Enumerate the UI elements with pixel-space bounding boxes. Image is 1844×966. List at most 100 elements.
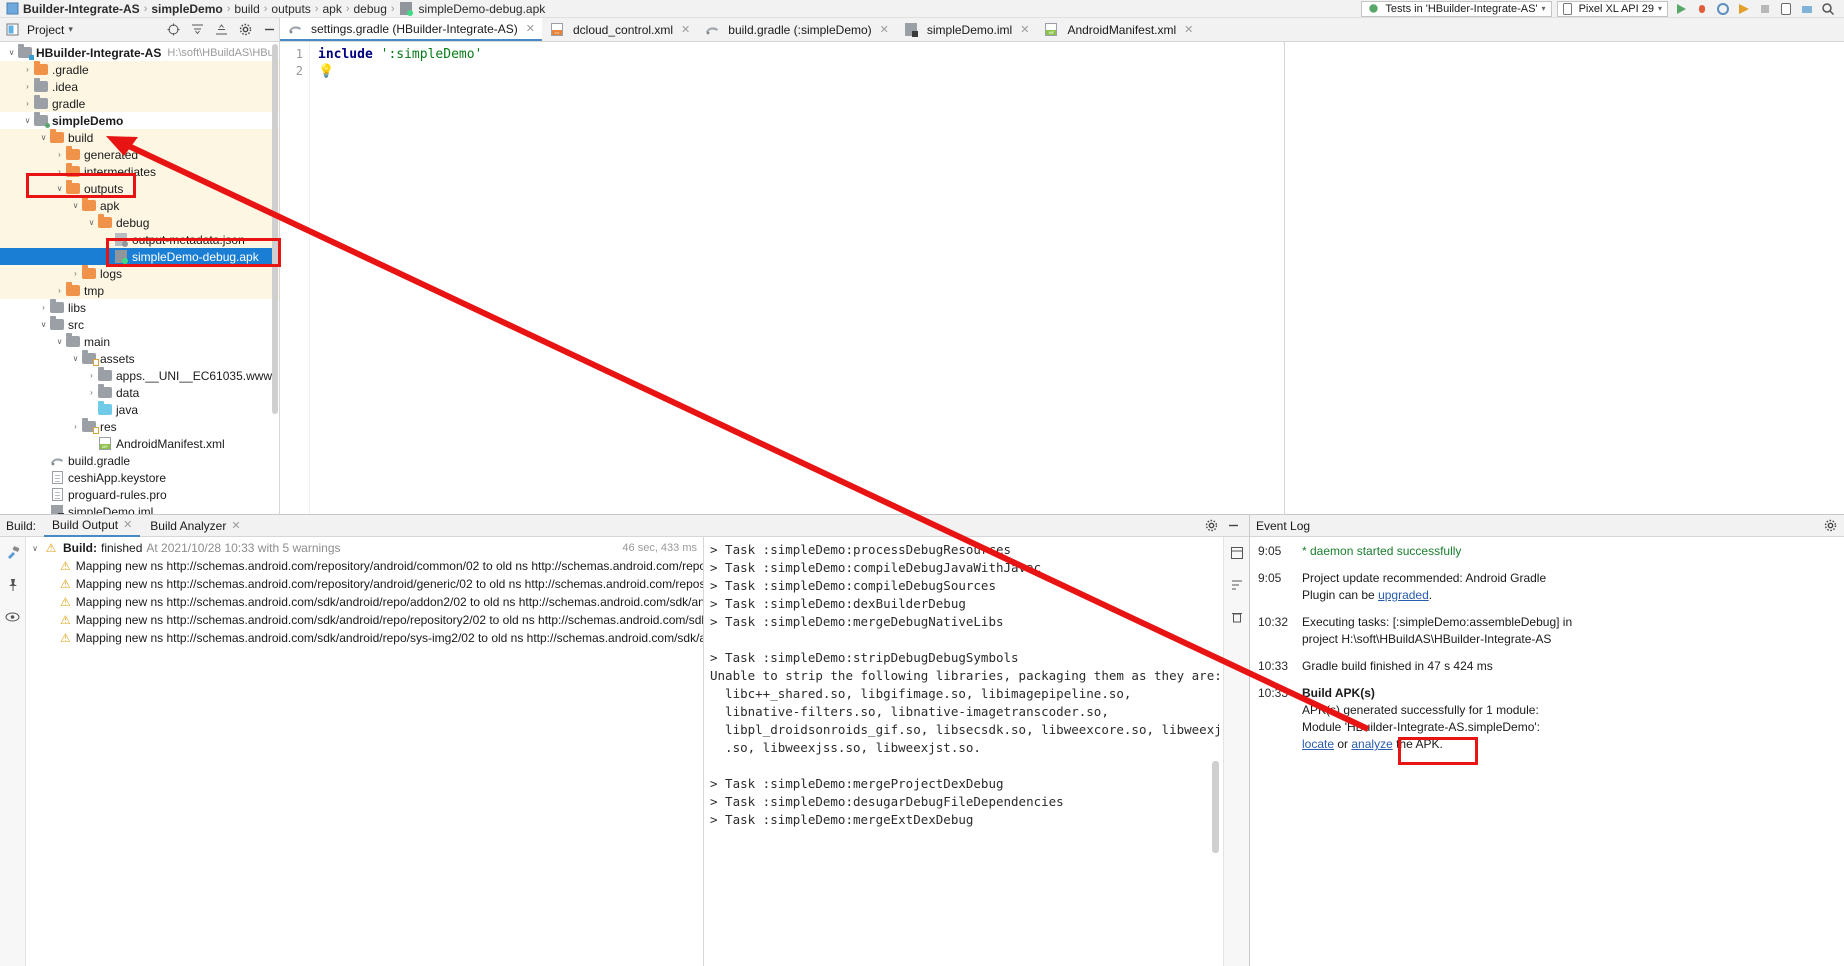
hide-panel-icon[interactable] (259, 20, 279, 40)
tree-row-ceshiapp-keystore[interactable]: ›ceshiApp.keystore (0, 469, 279, 486)
tree-row-libs[interactable]: › libs (0, 299, 279, 316)
build-warning-row[interactable]: ⚠ Mapping new ns http://schemas.android.c… (26, 629, 703, 647)
breadcrumb-item-1[interactable]: simpleDemo (148, 2, 225, 16)
profile-icon[interactable] (1715, 1, 1731, 17)
tree-chevron-icon[interactable]: › (22, 65, 33, 74)
tree-row-simpledemo-iml[interactable]: ›simpleDemo.iml (0, 503, 279, 514)
console-scrollbar[interactable] (1212, 761, 1219, 853)
project-tree-panel[interactable]: ∨ HBuilder-Integrate-AS H:\soft\HBuildAS… (0, 42, 280, 514)
tree-row-src[interactable]: ∨ src (0, 316, 279, 333)
tree-chevron-icon[interactable]: ∨ (22, 116, 33, 125)
tree-chevron-icon[interactable]: ∨ (38, 320, 49, 329)
tree-row-intermediates[interactable]: › intermediates (0, 163, 279, 180)
tree-row-main[interactable]: ∨ main (0, 333, 279, 350)
tree-row-output-metadata-json[interactable]: ›output-metadata.json (0, 231, 279, 248)
build-warning-row[interactable]: ⚠ Mapping new ns http://schemas.android.c… (26, 557, 703, 575)
tree-row-java[interactable]: ›java (0, 401, 279, 418)
hide-panel-icon[interactable] (1223, 516, 1243, 536)
build-warning-row[interactable]: ⚠ Mapping new ns http://schemas.android.c… (26, 611, 703, 629)
tree-chevron-icon[interactable]: › (86, 388, 97, 397)
close-icon[interactable]: ✕ (231, 519, 240, 532)
apply-changes-icon[interactable] (1736, 1, 1752, 17)
tree-row-res[interactable]: › res (0, 418, 279, 435)
tree-row-logs[interactable]: › logs (0, 265, 279, 282)
chevron-down-icon[interactable]: ▾ (68, 24, 73, 35)
delete-icon[interactable] (1227, 607, 1247, 627)
tree-row-build-gradle[interactable]: ›build.gradle (0, 452, 279, 469)
build-output-tree[interactable]: ∨ ⚠ Build: finished At 2021/10/28 10:33 … (26, 537, 704, 966)
sort-icon[interactable] (1227, 575, 1247, 595)
tree-scrollbar[interactable] (272, 44, 278, 414)
editor-tab-dcloud-control-xml[interactable]: <> dcloud_control.xml ✕ (542, 18, 697, 41)
editor-tab-build-gradle[interactable]: build.gradle (:simpleDemo) ✕ (697, 18, 896, 41)
tree-row-idea[interactable]: › .idea (0, 78, 279, 95)
toggle-view-icon[interactable] (1227, 543, 1247, 563)
debug-icon[interactable] (1694, 1, 1710, 17)
tab-build-output[interactable]: Build Output ✕ (44, 515, 141, 537)
tree-chevron-icon[interactable]: ∨ (70, 354, 81, 363)
tree-row-data[interactable]: › data (0, 384, 279, 401)
tree-row-assets[interactable]: ∨ assets (0, 350, 279, 367)
editor-tab-simpledemo-iml[interactable]: simpleDemo.iml ✕ (896, 18, 1037, 41)
locate-file-icon[interactable] (163, 20, 183, 40)
breadcrumb-item-5[interactable]: debug (351, 2, 390, 16)
event-log-body[interactable]: 9:05 * daemon started successfully 9:05 … (1250, 537, 1844, 966)
intention-bulb-icon[interactable]: 💡 (318, 64, 334, 79)
tree-row-debug[interactable]: ∨ debug (0, 214, 279, 231)
tree-chevron-icon[interactable]: › (70, 269, 81, 278)
build-warning-row[interactable]: ⚠ Mapping new ns http://schemas.android.c… (26, 593, 703, 611)
project-panel-label[interactable]: Project (27, 23, 64, 37)
tab-build-analyzer[interactable]: Build Analyzer ✕ (142, 515, 248, 537)
collapse-all-icon[interactable] (211, 20, 231, 40)
tree-row-tmp[interactable]: › tmp (0, 282, 279, 299)
gear-icon[interactable] (1820, 516, 1840, 536)
pin-icon[interactable] (3, 575, 23, 595)
tree-chevron-icon[interactable]: ∨ (54, 337, 65, 346)
tree-chevron-icon[interactable]: ∨ (38, 133, 49, 142)
editor-tab-android-manifest[interactable]: MF AndroidManifest.xml ✕ (1036, 18, 1200, 41)
tree-row-build[interactable]: ∨ build (0, 129, 279, 146)
gradle-console-output[interactable]: > Task :simpleDemo:processDebugResources… (704, 537, 1223, 966)
device-selector[interactable]: Pixel XL API 29 ▾ (1556, 0, 1668, 17)
chevron-expanded-icon[interactable]: ∨ (6, 48, 17, 57)
tree-row-apps-uni-ec61035-www[interactable]: › apps.__UNI__EC61035.www (0, 367, 279, 384)
tree-row-simpledemo[interactable]: ∨ simpleDemo (0, 112, 279, 129)
breadcrumb-item-2[interactable]: build (231, 2, 262, 16)
run-icon[interactable] (1673, 1, 1689, 17)
build-hammer-icon[interactable] (3, 543, 23, 563)
tree-row-androidmanifest-xml[interactable]: ›MFAndroidManifest.xml (0, 435, 279, 452)
tree-chevron-icon[interactable]: › (86, 371, 97, 380)
upgrade-link[interactable]: upgraded (1378, 588, 1429, 602)
tree-row-gradle[interactable]: › .gradle (0, 61, 279, 78)
breadcrumb-item-0[interactable]: Builder-Integrate-AS (20, 2, 143, 16)
gear-icon[interactable] (235, 20, 255, 40)
tree-chevron-icon[interactable]: ∨ (86, 218, 97, 227)
tree-chevron-icon[interactable]: › (70, 422, 81, 431)
tree-row-root[interactable]: ∨ HBuilder-Integrate-AS H:\soft\HBuildAS… (0, 44, 279, 61)
build-warning-row[interactable]: ⚠ Mapping new ns http://schemas.android.c… (26, 575, 703, 593)
tree-row-proguard-rules-pro[interactable]: ›proguard-rules.pro (0, 486, 279, 503)
search-icon[interactable] (1820, 1, 1836, 17)
breadcrumb-item-3[interactable]: outputs (268, 2, 313, 16)
close-icon[interactable]: ✕ (681, 23, 690, 36)
tree-chevron-icon[interactable]: ∨ (54, 184, 65, 193)
tree-row-generated[interactable]: › generated (0, 146, 279, 163)
chevron-expanded-icon[interactable]: ∨ (26, 544, 44, 553)
eye-icon[interactable] (3, 607, 23, 627)
close-icon[interactable]: ✕ (880, 23, 889, 36)
tree-chevron-icon[interactable]: › (22, 99, 33, 108)
tree-row-apk[interactable]: ∨ apk (0, 197, 279, 214)
tree-row-gradle[interactable]: › gradle (0, 95, 279, 112)
avd-manager-icon[interactable] (1778, 1, 1794, 17)
tree-chevron-icon[interactable]: › (38, 303, 49, 312)
stop-icon[interactable] (1757, 1, 1773, 17)
tree-chevron-icon[interactable]: › (54, 286, 65, 295)
code-content[interactable]: include ':simpleDemo' 💡 (310, 42, 1284, 514)
code-editor[interactable]: 1 2 include ':simpleDemo' 💡 (280, 42, 1844, 514)
gear-icon[interactable] (1201, 516, 1221, 536)
locate-link[interactable]: locate (1302, 737, 1334, 751)
sdk-manager-icon[interactable] (1799, 1, 1815, 17)
expand-all-icon[interactable] (187, 20, 207, 40)
tree-chevron-icon[interactable]: › (54, 167, 65, 176)
close-icon[interactable]: ✕ (526, 22, 535, 35)
